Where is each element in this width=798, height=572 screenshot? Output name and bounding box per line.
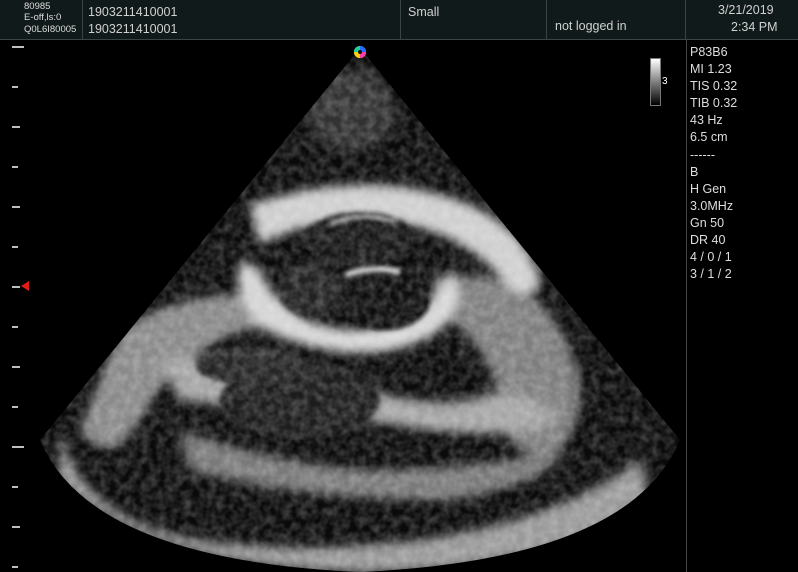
depth-tick <box>12 126 20 128</box>
login-cell[interactable]: not logged in <box>547 0 686 40</box>
thermal-index-soft: TIS 0.32 <box>690 79 738 94</box>
gain: Gn 50 <box>690 215 725 230</box>
ultrasound-sector <box>40 48 680 572</box>
depth-tick <box>12 566 18 568</box>
dynamic-range: DR 40 <box>690 233 726 248</box>
exam-id: 1903211410001 <box>88 22 178 36</box>
depth-value: 6.5 cm <box>690 130 728 145</box>
focus-marker-icon[interactable] <box>21 281 29 291</box>
mechanical-index: MI 1.23 <box>690 62 732 77</box>
harmonic-mode: H Gen <box>690 181 727 196</box>
depth-tick <box>12 166 18 168</box>
depth-tick-major <box>12 446 24 448</box>
frame-rate: 43 Hz <box>690 113 723 128</box>
login-status: not logged in <box>555 19 627 33</box>
probe-model: P83B6 <box>690 45 728 59</box>
processing-setting-1: 4 / 0 / 1 <box>690 250 732 265</box>
patient-id-cell[interactable]: 1903211410001 1903211410001 <box>83 0 401 40</box>
depth-tick <box>12 406 18 408</box>
probe-orientation-icon <box>353 45 367 59</box>
panel-divider <box>686 40 687 572</box>
system-info-cell: 80985 E-off,ls:0 Q0L6I80005 <box>0 0 83 40</box>
depth-tick <box>12 526 20 528</box>
depth-tick <box>12 246 18 248</box>
preset-size-label: Small <box>408 5 440 19</box>
depth-tick <box>12 286 20 288</box>
grayscale-map-bar <box>650 58 661 106</box>
depth-tick <box>12 86 18 88</box>
preset-cell[interactable]: Small <box>401 0 547 40</box>
separator: ------ <box>690 147 715 162</box>
thermal-index-bone: TIB 0.32 <box>690 96 738 111</box>
mode-label: B <box>690 164 699 179</box>
depth-tick <box>12 366 20 368</box>
depth-tick <box>12 206 20 208</box>
patient-id: 1903211410001 <box>88 5 178 19</box>
depth-tick <box>12 486 18 488</box>
depth-tick-major <box>12 46 24 48</box>
system-id: 80985 <box>24 1 51 12</box>
system-code: Q0L6I80005 <box>24 24 77 35</box>
processing-setting-2: 3 / 1 / 2 <box>690 267 732 282</box>
imaging-parameters-panel: P83B6 MI 1.23 TIS 0.32 TIB 0.32 43 Hz 6.… <box>690 44 796 283</box>
datetime-cell: 3/21/2019 2:34 PM <box>686 0 798 40</box>
system-mode: E-off,ls:0 <box>24 12 62 23</box>
date-label: 3/21/2019 <box>718 3 774 17</box>
frequency: 3.0MHz <box>690 198 734 213</box>
grayscale-map-label: 3 <box>662 76 668 87</box>
status-bar: 80985 E-off,ls:0 Q0L6I80005 190321141000… <box>0 0 798 40</box>
depth-tick <box>12 326 18 328</box>
ultrasound-image[interactable] <box>0 40 686 572</box>
time-label: 2:34 PM <box>731 20 778 34</box>
